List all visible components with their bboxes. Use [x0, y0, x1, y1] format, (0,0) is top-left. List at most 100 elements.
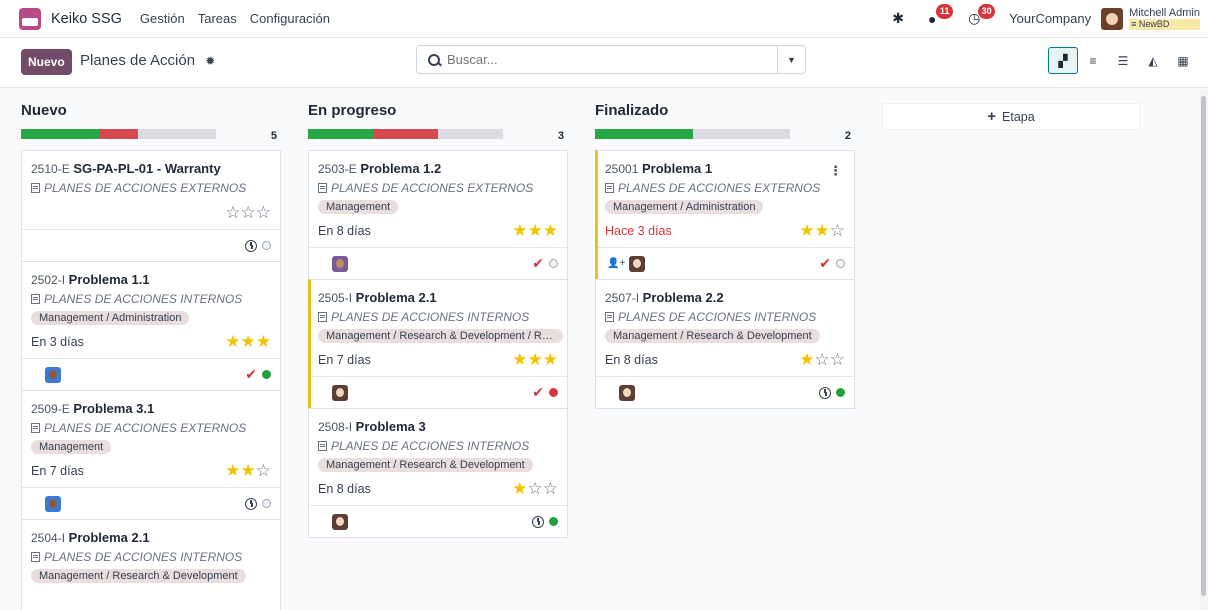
status-dot[interactable] — [262, 370, 271, 379]
status-dot[interactable] — [549, 259, 558, 268]
messages-badge: 11 — [936, 3, 954, 19]
progress-red-segment[interactable] — [372, 129, 438, 139]
column-title[interactable]: Nuevo — [21, 102, 67, 119]
column-count: 3 — [557, 130, 564, 142]
assignee-avatar[interactable] — [619, 384, 635, 401]
company-switcher[interactable]: YourCompany — [1009, 11, 1091, 26]
priority-stars[interactable]: ★★☆ — [799, 221, 845, 241]
project-icon — [605, 183, 614, 193]
add-stage-button[interactable]: + Etapa — [882, 103, 1140, 130]
card-title: Problema 3.1 — [73, 401, 155, 416]
column-progress-bar[interactable] — [21, 129, 216, 139]
kanban-card[interactable]: 2509-E Problema 3.1 PLANES DE ACCIONES E… — [21, 390, 281, 520]
priority-stars[interactable]: ★★★ — [225, 332, 271, 352]
card-title: SG-PA-PL-01 - Warranty — [73, 161, 221, 176]
new-button[interactable]: Nuevo — [21, 49, 72, 75]
app-logo-icon[interactable] — [19, 7, 41, 30]
graph-view-icon[interactable]: ◭ — [1138, 47, 1168, 74]
column-title[interactable]: Finalizado — [595, 102, 668, 119]
card-title: Problema 1 — [642, 161, 713, 176]
clock-icon[interactable] — [819, 386, 831, 399]
status-dot[interactable] — [262, 499, 271, 508]
kanban-card[interactable]: 2503-E Problema 1.2 PLANES DE ACCIONES E… — [308, 150, 568, 280]
card-project: PLANES DE ACCIONES EXTERNOS — [31, 421, 271, 435]
search-input[interactable] — [447, 52, 767, 67]
status-dot[interactable] — [262, 241, 271, 250]
gear-icon[interactable]: ✹ — [205, 54, 215, 68]
card-deadline: En 7 días — [318, 353, 371, 367]
progress-green-segment[interactable] — [21, 129, 99, 139]
kanban-card[interactable]: 2510-E SG-PA-PL-01 - Warranty PLANES DE … — [21, 150, 281, 262]
card-tag: Management — [318, 200, 399, 214]
pivot-view-icon[interactable]: ▦ — [1168, 47, 1198, 74]
project-icon — [318, 183, 327, 193]
add-stage-label: Etapa — [1002, 109, 1035, 124]
status-dot[interactable] — [836, 259, 845, 268]
bug-icon[interactable]: ✱ — [889, 10, 907, 28]
user-avatar[interactable] — [1101, 7, 1124, 30]
progress-green-segment[interactable] — [308, 129, 373, 139]
clock-icon[interactable] — [245, 497, 257, 510]
project-label: PLANES DE ACCIONES INTERNOS — [331, 439, 530, 453]
clock-icon[interactable] — [532, 515, 544, 528]
card-menu-icon[interactable]: ⋮ — [829, 163, 842, 179]
column-title[interactable]: En progreso — [308, 102, 396, 119]
priority-stars[interactable]: ★☆☆ — [799, 350, 845, 370]
activities-clock-icon[interactable]: ◷ 30 — [965, 3, 996, 28]
card-project: PLANES DE ACCIONES EXTERNOS — [605, 181, 845, 195]
priority-stars[interactable]: ★☆☆ — [512, 479, 558, 499]
kanban-card[interactable]: 2507-I Problema 2.2 PLANES DE ACCIONES I… — [595, 279, 855, 409]
app-brand[interactable]: Keiko SSG — [51, 11, 122, 27]
checkmark-icon[interactable]: ✔ — [532, 255, 544, 272]
kanban-card[interactable]: 2505-I Problema 2.1 PLANES DE ACCIONES I… — [308, 279, 568, 409]
status-dot[interactable] — [836, 388, 845, 397]
kanban-card[interactable]: 2502-I Problema 1.1 PLANES DE ACCIONES I… — [21, 261, 281, 391]
progress-green-segment[interactable] — [595, 129, 693, 139]
card-ref: 2505-I — [318, 291, 353, 305]
column-count: 5 — [270, 130, 277, 142]
menu-gestion[interactable]: Gestión — [140, 11, 185, 26]
kanban-card[interactable]: ⋮ 25001 Problema 1 PLANES DE ACCIONES EX… — [595, 150, 855, 280]
card-title: Problema 2.2 — [642, 290, 724, 305]
user-name: Mitchell Admin — [1129, 6, 1200, 19]
card-deadline: En 8 días — [318, 482, 371, 496]
assignee-avatar[interactable] — [45, 495, 61, 512]
user-menu[interactable]: Mitchell Admin ≡ NewBD — [1129, 6, 1200, 30]
assignee-avatar[interactable] — [629, 255, 646, 272]
status-dot[interactable] — [549, 517, 558, 526]
status-dot[interactable] — [549, 388, 558, 397]
kanban-card[interactable]: 2508-I Problema 3 PLANES DE ACCIONES INT… — [308, 408, 568, 538]
chevron-down-icon[interactable]: ▼ — [777, 46, 805, 73]
column-progress-bar[interactable] — [308, 129, 503, 139]
progress-red-segment[interactable] — [99, 129, 138, 139]
priority-stars[interactable]: ☆☆☆ — [225, 203, 271, 223]
view-switcher: ▞ ≡ ☰ ◭ ▦ — [1048, 47, 1198, 74]
vertical-scrollbar[interactable] — [1200, 90, 1208, 610]
scrollbar-thumb[interactable] — [1201, 96, 1206, 596]
column-progress-bar[interactable] — [595, 129, 790, 139]
assignee-avatar[interactable] — [332, 513, 348, 530]
activity-view-icon[interactable]: ☰ — [1108, 47, 1138, 74]
card-project: PLANES DE ACCIONES INTERNOS — [605, 310, 845, 324]
checkmark-icon[interactable]: ✔ — [245, 366, 257, 383]
clock-icon[interactable] — [245, 239, 257, 252]
checkmark-icon[interactable]: ✔ — [819, 255, 831, 272]
assignee-avatar[interactable] — [332, 255, 348, 272]
messages-icon[interactable]: ● 11 — [923, 3, 954, 28]
assignee-avatar[interactable] — [45, 366, 61, 383]
project-icon — [318, 441, 327, 451]
priority-stars[interactable]: ★★★ — [512, 350, 558, 370]
priority-stars[interactable]: ★★☆ — [225, 461, 271, 481]
kanban-card[interactable]: 2504-I Problema 2.1 PLANES DE ACCIONES I… — [21, 519, 281, 610]
checkmark-icon[interactable]: ✔ — [532, 384, 544, 401]
priority-stars[interactable]: ★★★ — [512, 221, 558, 241]
menu-configuracion[interactable]: Configuración — [250, 11, 330, 26]
add-user-icon[interactable]: 👤+ — [607, 258, 625, 269]
page-title: Planes de Acción — [80, 52, 196, 69]
assignee-avatar[interactable] — [332, 384, 348, 401]
control-panel: Nuevo Planes de Acción ✹ ▼ ▞ ≡ ☰ ◭ ▦ — [0, 38, 1208, 88]
menu-tareas[interactable]: Tareas — [198, 11, 237, 26]
kanban-view-icon[interactable]: ▞ — [1048, 47, 1078, 74]
project-label: PLANES DE ACCIONES INTERNOS — [44, 292, 243, 306]
list-view-icon[interactable]: ≡ — [1078, 47, 1108, 74]
